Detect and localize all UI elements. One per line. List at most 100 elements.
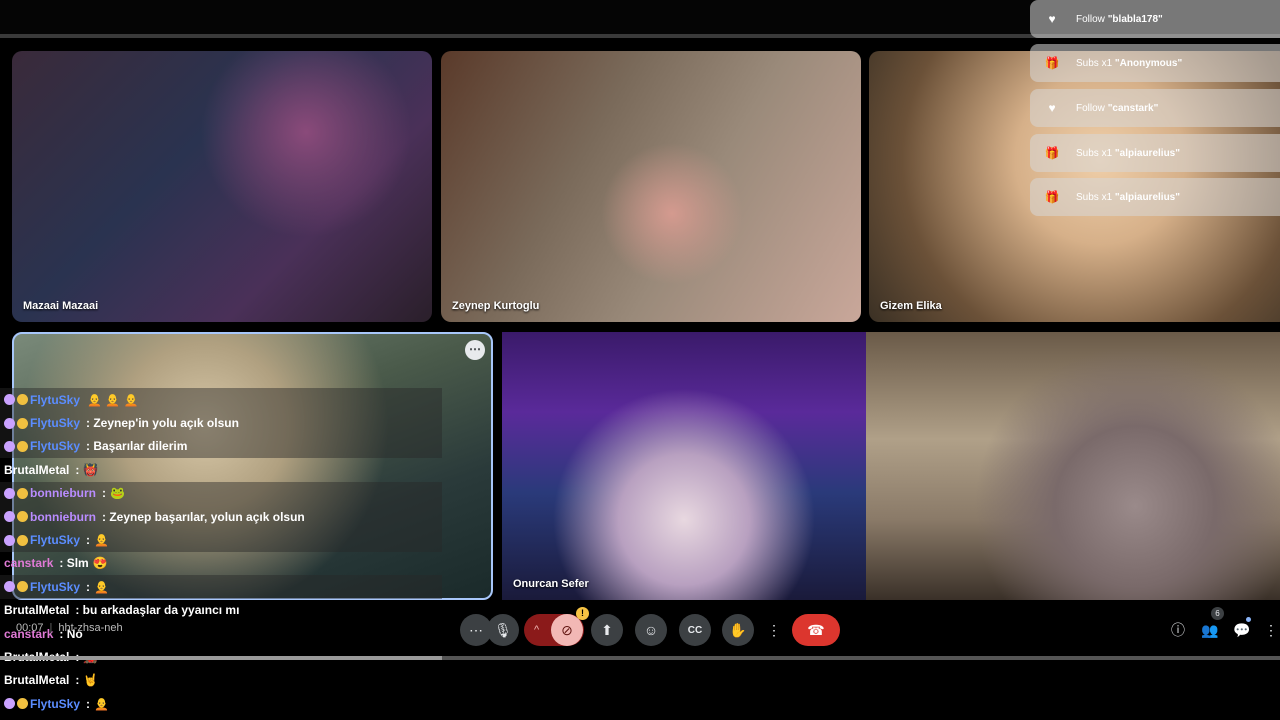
notification-value: "Anonymous": [1114, 57, 1183, 69]
chat-username[interactable]: BrutalMetal: [4, 463, 69, 477]
chat-username[interactable]: FlytuSky: [30, 439, 80, 453]
chat-username[interactable]: FlytuSky: [30, 416, 80, 430]
chat-emote: 🧑‍🦲: [94, 533, 109, 548]
chat-username[interactable]: canstark: [4, 556, 53, 570]
chat-username[interactable]: bonnieburn: [30, 486, 96, 500]
notification-subs: 🎁 Subs x1 "alpiaurelius": [1030, 134, 1280, 172]
chat-emote: 😍: [92, 556, 108, 571]
chat-emote: 🤘: [83, 673, 99, 688]
chat-message: FlytuSky : Zeynep'in yolu açık olsun: [0, 411, 442, 435]
camera-group[interactable]: ^ ⊘ !: [524, 607, 589, 646]
meeting-time: 00:07: [16, 622, 44, 634]
notification-label: Subs x1: [1076, 57, 1113, 69]
chat-username[interactable]: FlytuSky: [30, 697, 80, 711]
video-tile-1[interactable]: Mazaai Mazaai: [12, 51, 432, 322]
chat-text: : Başarılar dilerim: [86, 439, 188, 454]
level-badge-icon: [17, 698, 28, 710]
chat-text: :: [86, 533, 91, 548]
notification-value: "canstark": [1107, 102, 1159, 114]
level-badge-icon: [17, 581, 28, 593]
present-icon: ⬆: [601, 621, 613, 638]
notification-follow: ♥ Follow "canstark": [1030, 89, 1280, 127]
present-screen-button[interactable]: ⬆: [591, 614, 623, 646]
chat-text: :: [75, 462, 80, 477]
people-count-badge: 6: [1211, 607, 1224, 620]
meeting-details-button[interactable]: ⓘ: [1168, 620, 1188, 640]
info-icon: ⓘ: [1171, 622, 1185, 638]
sub-badge-icon: [4, 534, 15, 546]
dots-icon: ⋯: [469, 621, 483, 638]
chat-text: : Zeynep başarılar, yolun açık olsun: [102, 509, 305, 524]
video-tile-6[interactable]: [866, 332, 1280, 600]
level-badge-icon: [17, 511, 28, 523]
chat-text: : Slm: [59, 556, 89, 571]
microphone-button[interactable]: 🎙: [487, 614, 519, 646]
sub-badge-icon: [4, 394, 15, 406]
chat-message: canstark : Slm 😍: [0, 552, 442, 575]
heart-icon: ♥: [1048, 12, 1056, 26]
notification-value: "alpiaurelius": [1114, 191, 1180, 203]
chat-emote: 🧑‍🦲 🧑‍🦲 🧑‍🦲: [87, 392, 139, 407]
gift-icon: 🎁: [1044, 190, 1060, 204]
captions-button[interactable]: CC: [679, 614, 711, 646]
chat-text: :: [75, 673, 80, 688]
chat-text: : Zeynep'in yolu açık olsun: [86, 416, 239, 431]
notification-label: Follow: [1076, 102, 1105, 114]
level-badge-icon: [17, 440, 28, 452]
level-badge-icon: [17, 487, 28, 499]
notification-label: Follow: [1076, 13, 1105, 25]
people-button[interactable]: 👥: [1200, 620, 1220, 640]
chat-message: FlytuSky: 🧑‍🦲: [0, 692, 442, 715]
activities-button[interactable]: ⋮⋮: [1264, 620, 1280, 640]
chat-username[interactable]: bonnieburn: [30, 510, 96, 524]
chat-message: bonnieburn: 🐸: [0, 481, 442, 505]
chat-message: FlytuSky: 🧑‍🦲: [0, 528, 442, 552]
chat-text: :: [86, 696, 91, 711]
hand-icon: ✋: [729, 621, 747, 638]
chat-username[interactable]: BrutalMetal: [4, 673, 69, 687]
level-badge-icon: [17, 417, 28, 429]
chat-message: BrutalMetal: 👹: [0, 458, 442, 481]
chat-username[interactable]: FlytuSky: [30, 580, 80, 594]
reactions-button[interactable]: ☺: [635, 614, 667, 646]
more-options-button[interactable]: ⋮: [765, 614, 783, 646]
warning-icon: !: [576, 607, 589, 620]
camera-off-button[interactable]: ⊘ !: [551, 607, 589, 646]
chat-message: FlytuSky 🧑‍🦲 🧑‍🦲 🧑‍🦲: [0, 388, 442, 412]
video-tile-2[interactable]: Zeynep Kurtoglu: [441, 51, 861, 322]
people-icon: 👥: [1201, 622, 1219, 638]
raise-hand-button[interactable]: ✋: [722, 614, 754, 646]
participant-name: Mazaai Mazaai: [23, 300, 99, 312]
phone-hangup-icon: ☎: [807, 621, 825, 638]
chat-overlay: FlytuSky 🧑‍🦲 🧑‍🦲 🧑‍🦲 FlytuSky : Zeynep'in y…: [0, 388, 442, 715]
level-badge-icon: [17, 394, 28, 406]
chat-emote: 🧑‍🦲: [94, 696, 109, 711]
sub-badge-icon: [4, 581, 15, 593]
chat-emote: 👹: [83, 462, 99, 477]
chat-username[interactable]: FlytuSky: [30, 393, 80, 407]
participant-name: Zeynep Kurtoglu: [452, 300, 540, 312]
video-tile-5[interactable]: Onurcan Sefer: [502, 332, 866, 600]
notification-label: Subs x1: [1076, 191, 1113, 203]
tile-more-options-button[interactable]: ⋯: [465, 340, 485, 360]
unread-dot: [1246, 617, 1251, 622]
level-badge-icon: [17, 534, 28, 546]
gift-icon: 🎁: [1044, 146, 1060, 160]
sub-badge-icon: [4, 417, 15, 429]
sub-badge-icon: [4, 698, 15, 710]
heart-icon: ♥: [1048, 101, 1056, 115]
chat-username[interactable]: BrutalMetal: [4, 603, 69, 617]
chat-button[interactable]: 💬: [1232, 620, 1252, 640]
chat-username[interactable]: FlytuSky: [30, 533, 80, 547]
meeting-code: hht-zhsa-neh: [58, 622, 123, 634]
sub-badge-icon: [4, 487, 15, 499]
chat-message: BrutalMetal: bu arkadaşlar da yyaıncı mı: [0, 599, 442, 622]
notification-label: Subs x1: [1076, 147, 1113, 159]
chat-message: FlytuSky: 🧑‍🦲: [0, 575, 442, 599]
chevron-up-icon[interactable]: ^: [534, 624, 539, 636]
leave-call-button[interactable]: ☎: [792, 614, 840, 646]
notification-value: "blabla178": [1107, 13, 1163, 25]
chat-text: :: [102, 486, 106, 501]
progress-fill: [0, 656, 442, 660]
microphone-icon: 🎙: [494, 621, 512, 638]
